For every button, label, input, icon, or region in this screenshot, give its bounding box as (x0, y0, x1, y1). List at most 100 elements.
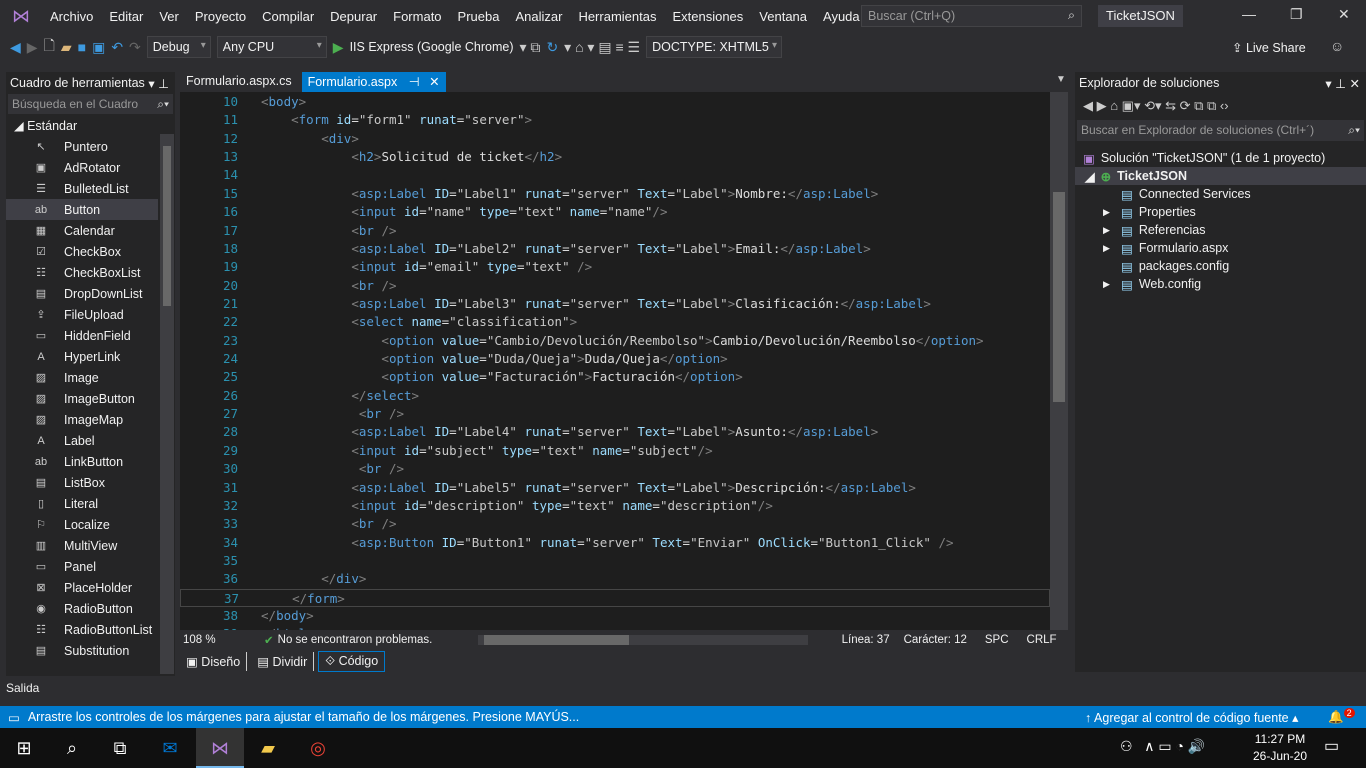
toolbox-item-list[interactable]: ☰ BulletedList (6, 178, 158, 199)
code-line[interactable]: 12 <div> (180, 130, 1050, 148)
minimize-button[interactable]: — (1242, 6, 1256, 22)
expand-icon[interactable]: ▶ (1103, 279, 1117, 290)
menu-ver[interactable]: Ver (151, 9, 187, 24)
back-icon[interactable]: ◀ (10, 39, 21, 56)
scrollbar-thumb[interactable] (163, 146, 171, 306)
scrollbar-thumb[interactable] (483, 634, 629, 645)
toolbox-item-checkboxlist[interactable]: ☷ CheckBoxList (6, 262, 158, 283)
code-line[interactable]: 29 <input id="subject" type="text" name=… (180, 442, 1050, 460)
expand-icon[interactable]: ▶ (1103, 243, 1117, 254)
code-editor[interactable]: 10 <body> 11 <form id="form1" runat="serve… (180, 92, 1068, 630)
menu-formato[interactable]: Formato (385, 9, 449, 24)
toolbox-item-calendar[interactable]: ▦ Calendar (6, 220, 158, 241)
code-line[interactable]: 27 <br /> (180, 405, 1050, 423)
tab-design[interactable]: ▣ Diseño (180, 651, 248, 671)
toolbox-item-checkbox[interactable]: ☑ CheckBox (6, 241, 158, 262)
editor-scrollbar[interactable] (1050, 92, 1068, 630)
solution-item[interactable]: ▶ ▤ Referencias (1075, 221, 1366, 239)
tab-formulario-aspx-cs[interactable]: Formulario.aspx.cs (180, 72, 298, 92)
expand-icon[interactable]: ▶ (1103, 225, 1117, 236)
menu-proyecto[interactable]: Proyecto (187, 9, 254, 24)
new-project-icon[interactable]: 🗋 (44, 35, 55, 59)
horizontal-scrollbar[interactable] (477, 634, 808, 645)
code-line[interactable]: 15 <asp:Label ID="Label1" runat="server"… (180, 185, 1050, 203)
solution-item[interactable]: ▶ ▤ Web.config (1075, 275, 1366, 293)
code-line[interactable]: 23 <option value="Cambio/Devolución/Reem… (180, 332, 1050, 350)
doctype-select[interactable]: DOCTYPE: XHTML5 (646, 36, 783, 58)
code-line[interactable]: 30 <br /> (180, 460, 1050, 478)
expand-icon[interactable]: ▶ (1103, 207, 1117, 218)
solution-item[interactable]: ▤ packages.config (1075, 257, 1366, 275)
toolbox-scrollbar[interactable] (160, 134, 174, 674)
scrollbar-thumb[interactable] (1053, 192, 1065, 402)
search-input[interactable]: Buscar (Ctrl+Q) ⌕ (861, 5, 1082, 27)
visual-studio-icon[interactable]: ⋈ (196, 728, 244, 768)
code-line[interactable]: 28 <asp:Label ID="Label4" runat="server"… (180, 423, 1050, 441)
toolbox-item-radiobuttonlist[interactable]: ☷ RadioButtonList (6, 619, 158, 640)
toolbox-item-table[interactable]: ▦ Table (6, 661, 158, 667)
live-share-button[interactable]: ⇪ Live Share (1232, 40, 1306, 55)
code-line[interactable]: 38 </body> (180, 607, 1050, 625)
menu-analizar[interactable]: Analizar (507, 9, 570, 24)
code-line[interactable]: 16 <input id="name" type="text" name="na… (180, 203, 1050, 221)
menu-prueba[interactable]: Prueba (450, 9, 508, 24)
toolbox-item-linkbutton[interactable]: ab LinkButton (6, 451, 158, 472)
toolbox-search-input[interactable]: Búsqueda en el Cuadro ⌕▾ (8, 94, 173, 114)
toolbox-item-hiddenfield[interactable]: ▭ HiddenField (6, 325, 158, 346)
code-line[interactable]: 26 </select> (180, 387, 1050, 405)
save-all-icon[interactable]: ▣ (92, 39, 105, 56)
toolbox-item-listbox[interactable]: ▤ ListBox (6, 472, 158, 493)
menu-archivo[interactable]: Archivo (42, 9, 101, 24)
code-line[interactable]: 31 <asp:Label ID="Label5" runat="server"… (180, 479, 1050, 497)
toolbox-item-imagebutton[interactable]: ▨ ImageButton (6, 388, 158, 409)
toolbox-item-fileupload[interactable]: ⇪ FileUpload (6, 304, 158, 325)
project-node[interactable]: ◢ ⊕ TicketJSON (1075, 167, 1366, 185)
menu-compilar[interactable]: Compilar (254, 9, 322, 24)
code-line[interactable]: 11 <form id="form1" runat="server"> (180, 111, 1050, 129)
solution-search-input[interactable]: Buscar en Explorador de soluciones (Ctrl… (1077, 120, 1364, 141)
close-button[interactable]: ✕ (1338, 6, 1350, 23)
toolbar-misc-icon[interactable]: ▾ ⌂ ▾ ▤ ≡ ☰ (564, 39, 640, 56)
toolbox-item-panel[interactable]: ▭ Panel (6, 556, 158, 577)
action-center-icon[interactable]: ▭ (1324, 736, 1339, 756)
toolbox-item-substitution[interactable]: ▤ Substitution (6, 640, 158, 661)
save-icon[interactable]: ■ (78, 39, 86, 55)
code-line[interactable]: 37 </form> (180, 588, 1050, 608)
code-line[interactable]: 14 (180, 166, 1050, 184)
toolbox-item-radiobutton[interactable]: ◉ RadioButton (6, 598, 158, 619)
chrome-icon[interactable]: ◎ (294, 728, 342, 768)
config-select[interactable]: Debug (146, 36, 211, 58)
tray-icons[interactable]: ⚇ ∧ ▭ ◔ 🔊 (1120, 738, 1205, 755)
menu-herramientas[interactable]: Herramientas (570, 9, 664, 24)
undo-icon[interactable]: ↶ (111, 39, 123, 56)
toolbox-item-adrotator[interactable]: ▣ AdRotator (6, 157, 158, 178)
solution-root[interactable]: ▣ Solución "TicketJSON" (1 de 1 proyecto) (1075, 149, 1366, 167)
refresh-icon[interactable]: ↻ (546, 39, 558, 56)
tab-formulario-aspx[interactable]: Formulario.aspx ⊣ ✕ (301, 72, 446, 92)
menu-extensiones[interactable]: Extensiones (664, 9, 751, 24)
toolbox-item-localize[interactable]: ⚐ Localize (6, 514, 158, 535)
panel-controls-icon[interactable]: ▾ ⊥ ✕ (1325, 76, 1360, 91)
code-line[interactable]: 24 <option value="Duda/Queja">Duda/Queja… (180, 350, 1050, 368)
code-line[interactable]: 34 <asp:Button ID="Button1" runat="serve… (180, 534, 1050, 552)
forward-icon[interactable]: ▶ (27, 39, 38, 56)
toolbox-group[interactable]: ◢ Estándar (6, 114, 175, 136)
menu-depurar[interactable]: Depurar (322, 9, 385, 24)
toolbox-item-label[interactable]: A Label (6, 430, 158, 451)
tab-overflow-icon[interactable]: ▼ (1056, 74, 1066, 85)
notifications-icon[interactable]: 🔔 2 (1328, 708, 1355, 725)
output-tab[interactable]: Salida (0, 676, 1366, 706)
platform-select[interactable]: Any CPU (216, 36, 327, 58)
code-line[interactable]: 10 <body> (180, 93, 1050, 111)
source-control-button[interactable]: ↑ Agregar al control de código fuente ▴ (1085, 710, 1298, 725)
file-explorer-icon[interactable]: ▰ (244, 728, 292, 768)
open-icon[interactable]: ▰ (61, 39, 72, 56)
toolbox-item-hyperlink[interactable]: A HyperLink (6, 346, 158, 367)
menu-editar[interactable]: Editar (101, 9, 151, 24)
code-line[interactable]: 36 </div> (180, 570, 1050, 588)
code-line[interactable]: 33 <br /> (180, 515, 1050, 533)
code-line[interactable]: 22 <select name="classification"> (180, 313, 1050, 331)
close-tab-icon[interactable]: ✕ (429, 75, 439, 89)
tab-code[interactable]: ⟐ Código (318, 650, 386, 672)
toolbox-item-multiview[interactable]: ▥ MultiView (6, 535, 158, 556)
